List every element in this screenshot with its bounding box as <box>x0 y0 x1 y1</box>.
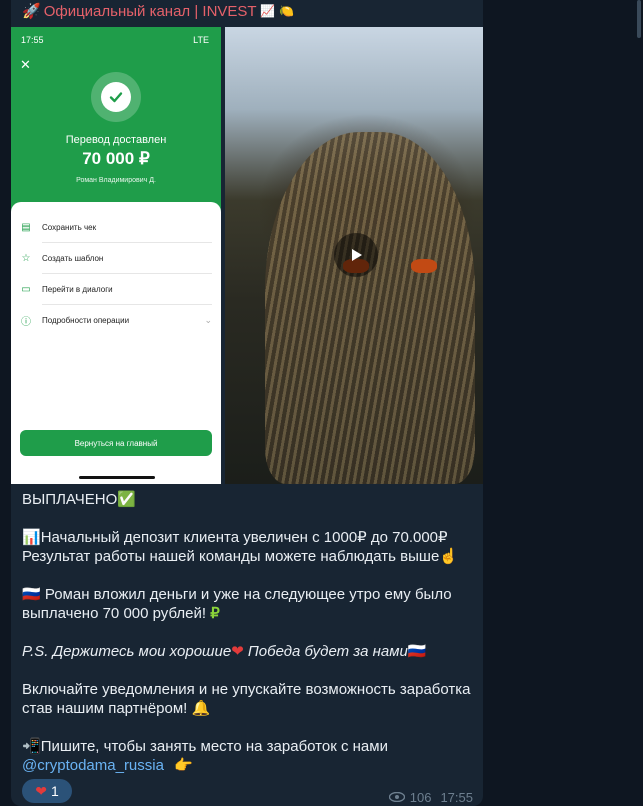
caption-line: Начальный депозит клиента увеличен с 100… <box>40 529 448 546</box>
russia-flag-icon: 🇷🇺 <box>22 586 41 603</box>
glowing-eye <box>411 259 437 273</box>
play-icon[interactable] <box>334 233 378 277</box>
info-icon: ⓘ <box>21 316 31 328</box>
rocket-icon: 🚀 <box>22 3 41 20</box>
message-meta: 106 17:55 <box>388 790 473 805</box>
media-album: 17:55 LTE ✕ Перевод доставлен 70 000 ₽ Р… <box>11 27 483 484</box>
menu-label: Создать шаблон <box>42 253 104 263</box>
pointing-up-icon: ☝ <box>439 548 458 565</box>
lemon-icon: 🍋 <box>279 4 295 18</box>
transfer-title: Перевод доставлен <box>65 134 167 146</box>
caption-line: Победа будет за нами <box>243 643 408 660</box>
caption-line: Роман вложил деньги и уже на следующее у… <box>40 586 452 603</box>
menu-item-create-template: ☆ Создать шаблон <box>20 243 212 273</box>
bell-icon: 🔔 <box>191 700 211 717</box>
caption-line: ВЫПЛАЧЕНО <box>22 491 118 508</box>
message-bubble: 🚀 Официальный канал | INVEST 📈 🍋 17:55 L… <box>11 0 483 806</box>
action-sheet: ▤ Сохранить чек ☆ Создать шаблон ▭ Перей… <box>11 202 221 484</box>
channel-name[interactable]: 🚀 Официальный канал | INVEST 📈 🍋 <box>22 2 295 21</box>
return-home-button: Вернуться на главный <box>20 430 212 456</box>
chevron-down-icon: ⌄ <box>204 314 212 325</box>
heart-icon: ❤ <box>231 643 244 660</box>
eye-icon <box>388 790 405 805</box>
scrollbar[interactable] <box>637 0 641 38</box>
receipt-icon: ▤ <box>21 221 31 233</box>
menu-label: Перейти в диалоги <box>42 284 113 294</box>
username-link[interactable]: @cryptodama_russia <box>22 757 164 774</box>
mobile-phone-icon: 📲 <box>22 738 41 755</box>
star-icon: ☆ <box>21 252 31 264</box>
message-time: 17:55 <box>440 790 473 805</box>
phone-status-bar: 17:55 LTE <box>21 35 209 45</box>
reaction-count: 1 <box>50 783 59 799</box>
pointing-right-icon: 👉 <box>174 757 193 774</box>
home-indicator <box>79 476 155 479</box>
chat-icon: ▭ <box>21 283 31 295</box>
caption-line: Пишите, чтобы занять место на заработок … <box>40 738 388 755</box>
recipient-name: Роман Владимирович Д. <box>76 177 156 184</box>
phone-time: 17:55 <box>21 35 44 45</box>
check-mark-icon: ✅ <box>117 491 136 508</box>
reaction-heart-button[interactable]: ❤ 1 <box>22 779 72 803</box>
heart-icon: ❤ <box>35 782 47 799</box>
menu-item-save-receipt: ▤ Сохранить чек <box>20 212 212 242</box>
menu-item-details: ⓘ Подробности операции ⌄ <box>20 305 212 335</box>
video-thumbnail[interactable] <box>225 27 483 484</box>
caption-line: Результат работы нашей команды можете на… <box>22 548 440 565</box>
menu-label: Подробности операции <box>42 315 130 325</box>
caption-line: выплачено 70 000 рублей! <box>22 605 207 622</box>
close-icon: ✕ <box>20 57 31 72</box>
costume-figure <box>265 132 475 484</box>
transfer-amount: 70 000 ₽ <box>82 149 150 168</box>
channel-title[interactable]: Официальный канал | INVEST <box>44 3 257 20</box>
russia-flag-icon: 🇷🇺 <box>407 643 427 660</box>
view-count: 106 <box>409 790 432 805</box>
phone-network: LTE <box>193 35 209 45</box>
menu-label: Сохранить чек <box>42 222 97 232</box>
bar-chart-icon: 📊 <box>22 529 41 546</box>
caption-line: Включайте уведомления и не упускайте воз… <box>22 681 471 698</box>
check-icon <box>101 82 131 112</box>
payment-screenshot[interactable]: 17:55 LTE ✕ Перевод доставлен 70 000 ₽ Р… <box>11 27 221 484</box>
chart-up-icon: 📈 <box>260 4 276 18</box>
ruble-icon: ₽ <box>210 605 220 622</box>
menu-item-dialogs: ▭ Перейти в диалоги <box>20 274 212 304</box>
caption-line: P.S. Держитесь мои хорошие <box>22 643 232 660</box>
caption-line: став нашим партнёром! <box>22 700 188 717</box>
success-badge <box>91 72 141 122</box>
